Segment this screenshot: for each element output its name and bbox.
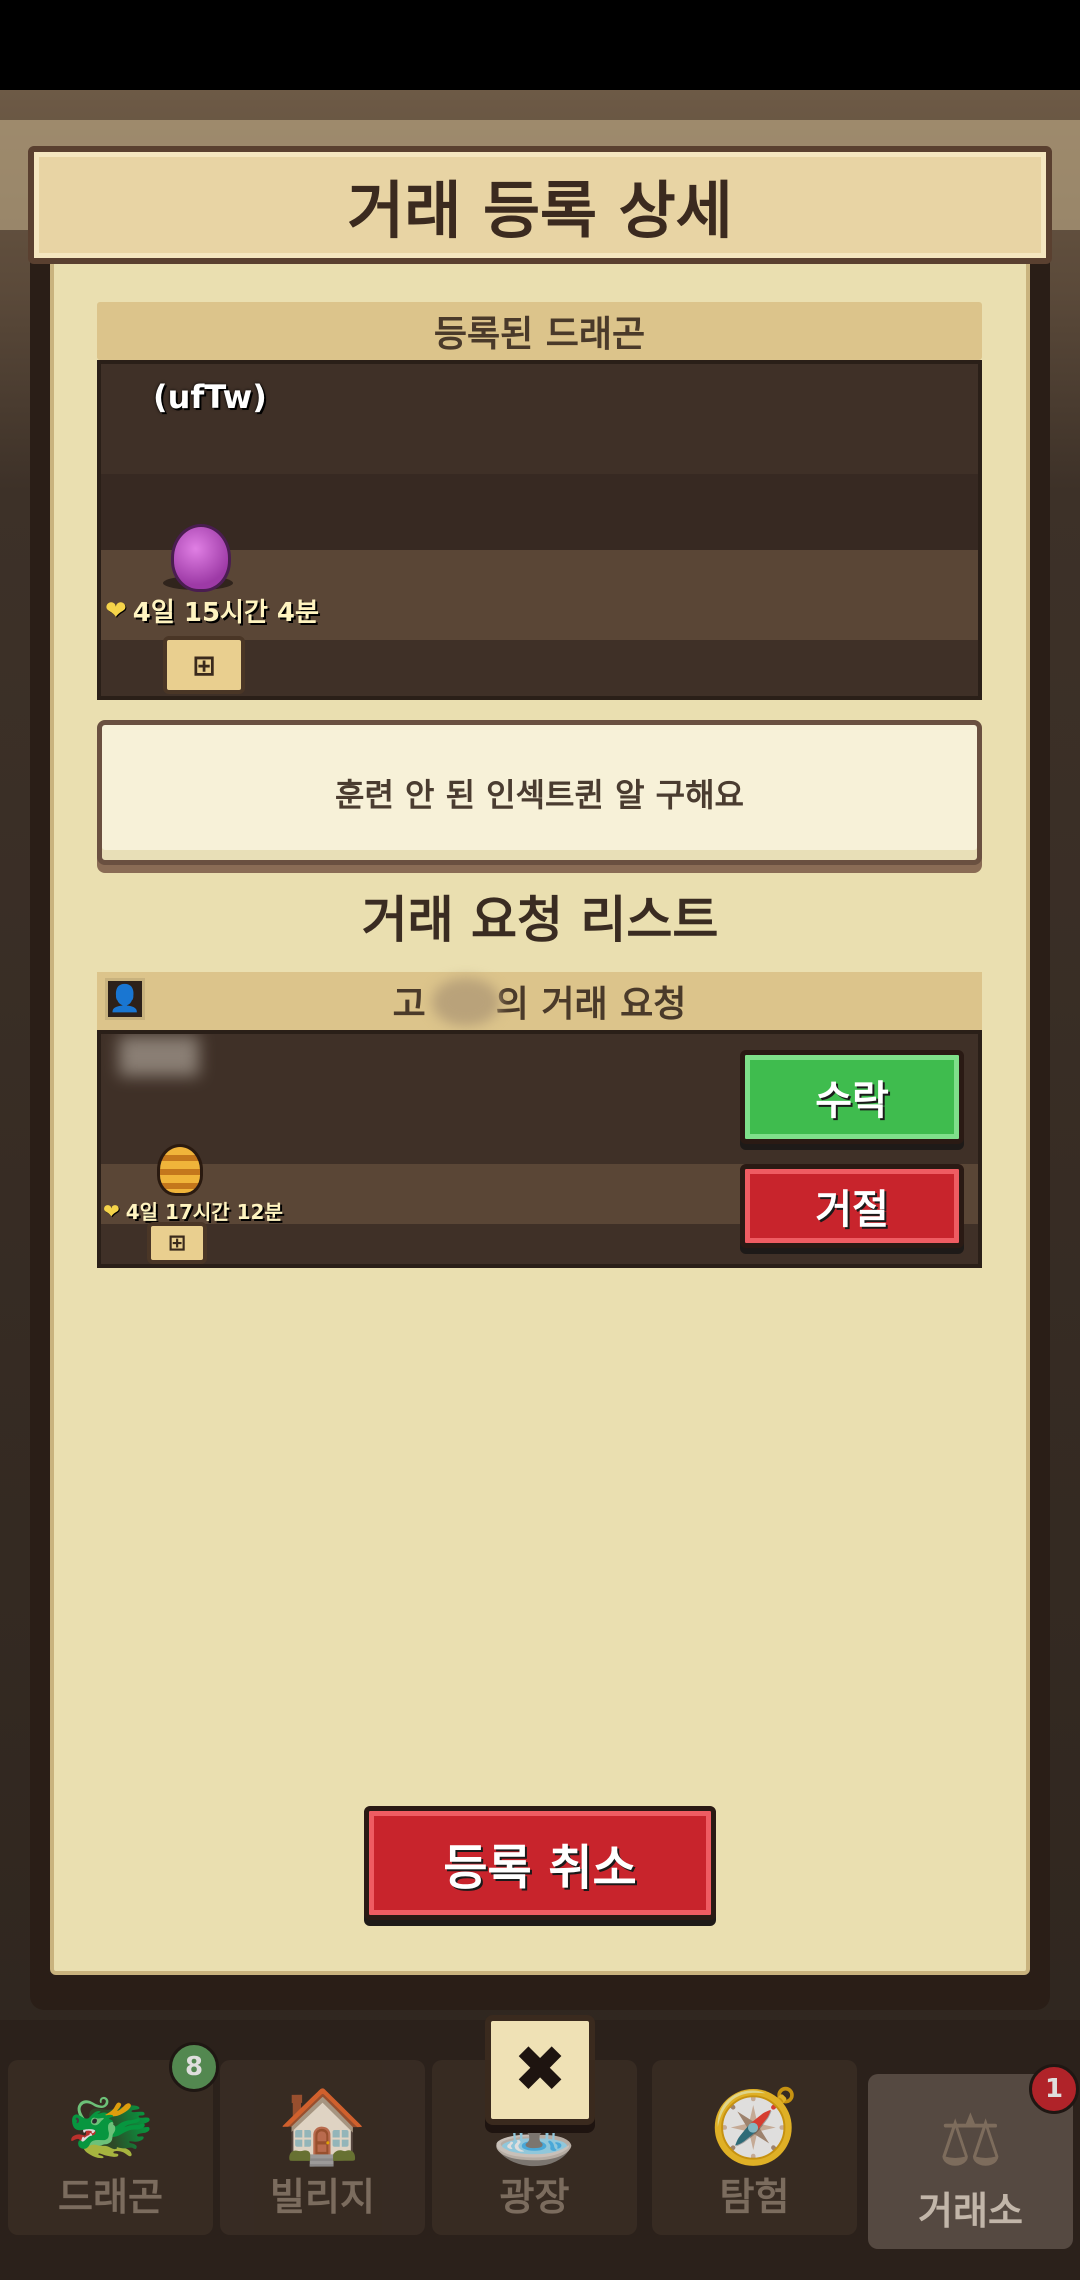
request-header-suffix: 의 거래 요청 [495,984,687,1025]
nav-dragon[interactable]: 🐲 드래곤 8 [8,2042,219,2235]
request-time: ❤ 4일 17시간 12분 [103,1196,283,1225]
nav-exchange-badge: 1 [1029,2064,1079,2114]
close-button[interactable]: ✖ [485,2015,595,2125]
registered-dragon-header: 등록된 드래곤 [97,302,982,360]
nav-village-label: 빌리지 [270,2175,375,2219]
nav-dragon-label: 드래곤 [58,2175,163,2219]
registered-dragon-panel: (ufTw) ❤ 4일 15시간 4분 ⊞ [97,360,982,700]
nav-explore-label: 탐험 [719,2175,790,2219]
dragon-egg-icon[interactable] [171,524,231,592]
accept-button[interactable]: 수락 [740,1050,964,1144]
nav-exchange-label: 거래소 [918,2189,1023,2233]
compass-icon: 🧭 [709,2084,800,2168]
request-header-prefix: 고 [392,984,426,1025]
heart-icon: ❤ [105,595,127,626]
request-list-title: 거래 요청 리스트 [361,891,719,949]
requested-egg-icon[interactable] [157,1144,203,1196]
registered-dragon-time-text: 4일 15시간 4분 [132,598,319,628]
profile-icon[interactable]: 👤 [105,978,145,1020]
village-icon: 🏠 [277,2084,368,2168]
request-header: 👤 고 의 거래 요청 [97,972,982,1030]
trade-note: 훈련 안 된 인섹트퀸 알 구해요 [97,720,982,865]
nav-exchange[interactable]: ⚖ 거래소 1 [868,2064,1079,2249]
modal-title-banner: 거래 등록 상세 [28,146,1052,264]
blurred-portrait [119,1036,199,1076]
scales-icon: ⚖ [938,2098,1003,2182]
registered-dragon-name: (ufTw) [153,378,267,416]
trade-tag-icon[interactable]: ⊞ [163,636,245,694]
nav-plaza-label: 광장 [499,2175,570,2219]
reject-button[interactable]: 거절 [740,1164,964,1248]
blurred-username [432,978,500,1026]
trade-tag-icon[interactable]: ⊞ [147,1222,207,1264]
request-time-text: 4일 17시간 12분 [125,1200,283,1224]
nav-dragon-badge: 8 [169,2042,219,2092]
dragon-icon: 🐲 [65,2084,156,2168]
cancel-registration-button[interactable]: 등록 취소 [364,1806,716,1920]
nav-explore[interactable]: 🧭 탐험 [652,2060,857,2235]
nav-village[interactable]: 🏠 빌리지 [220,2060,425,2235]
heart-icon: ❤ [103,1198,120,1223]
status-bar [0,0,1080,90]
registered-dragon-time: ❤ 4일 15시간 4분 [105,592,319,629]
modal-title: 거래 등록 상세 [347,174,733,247]
